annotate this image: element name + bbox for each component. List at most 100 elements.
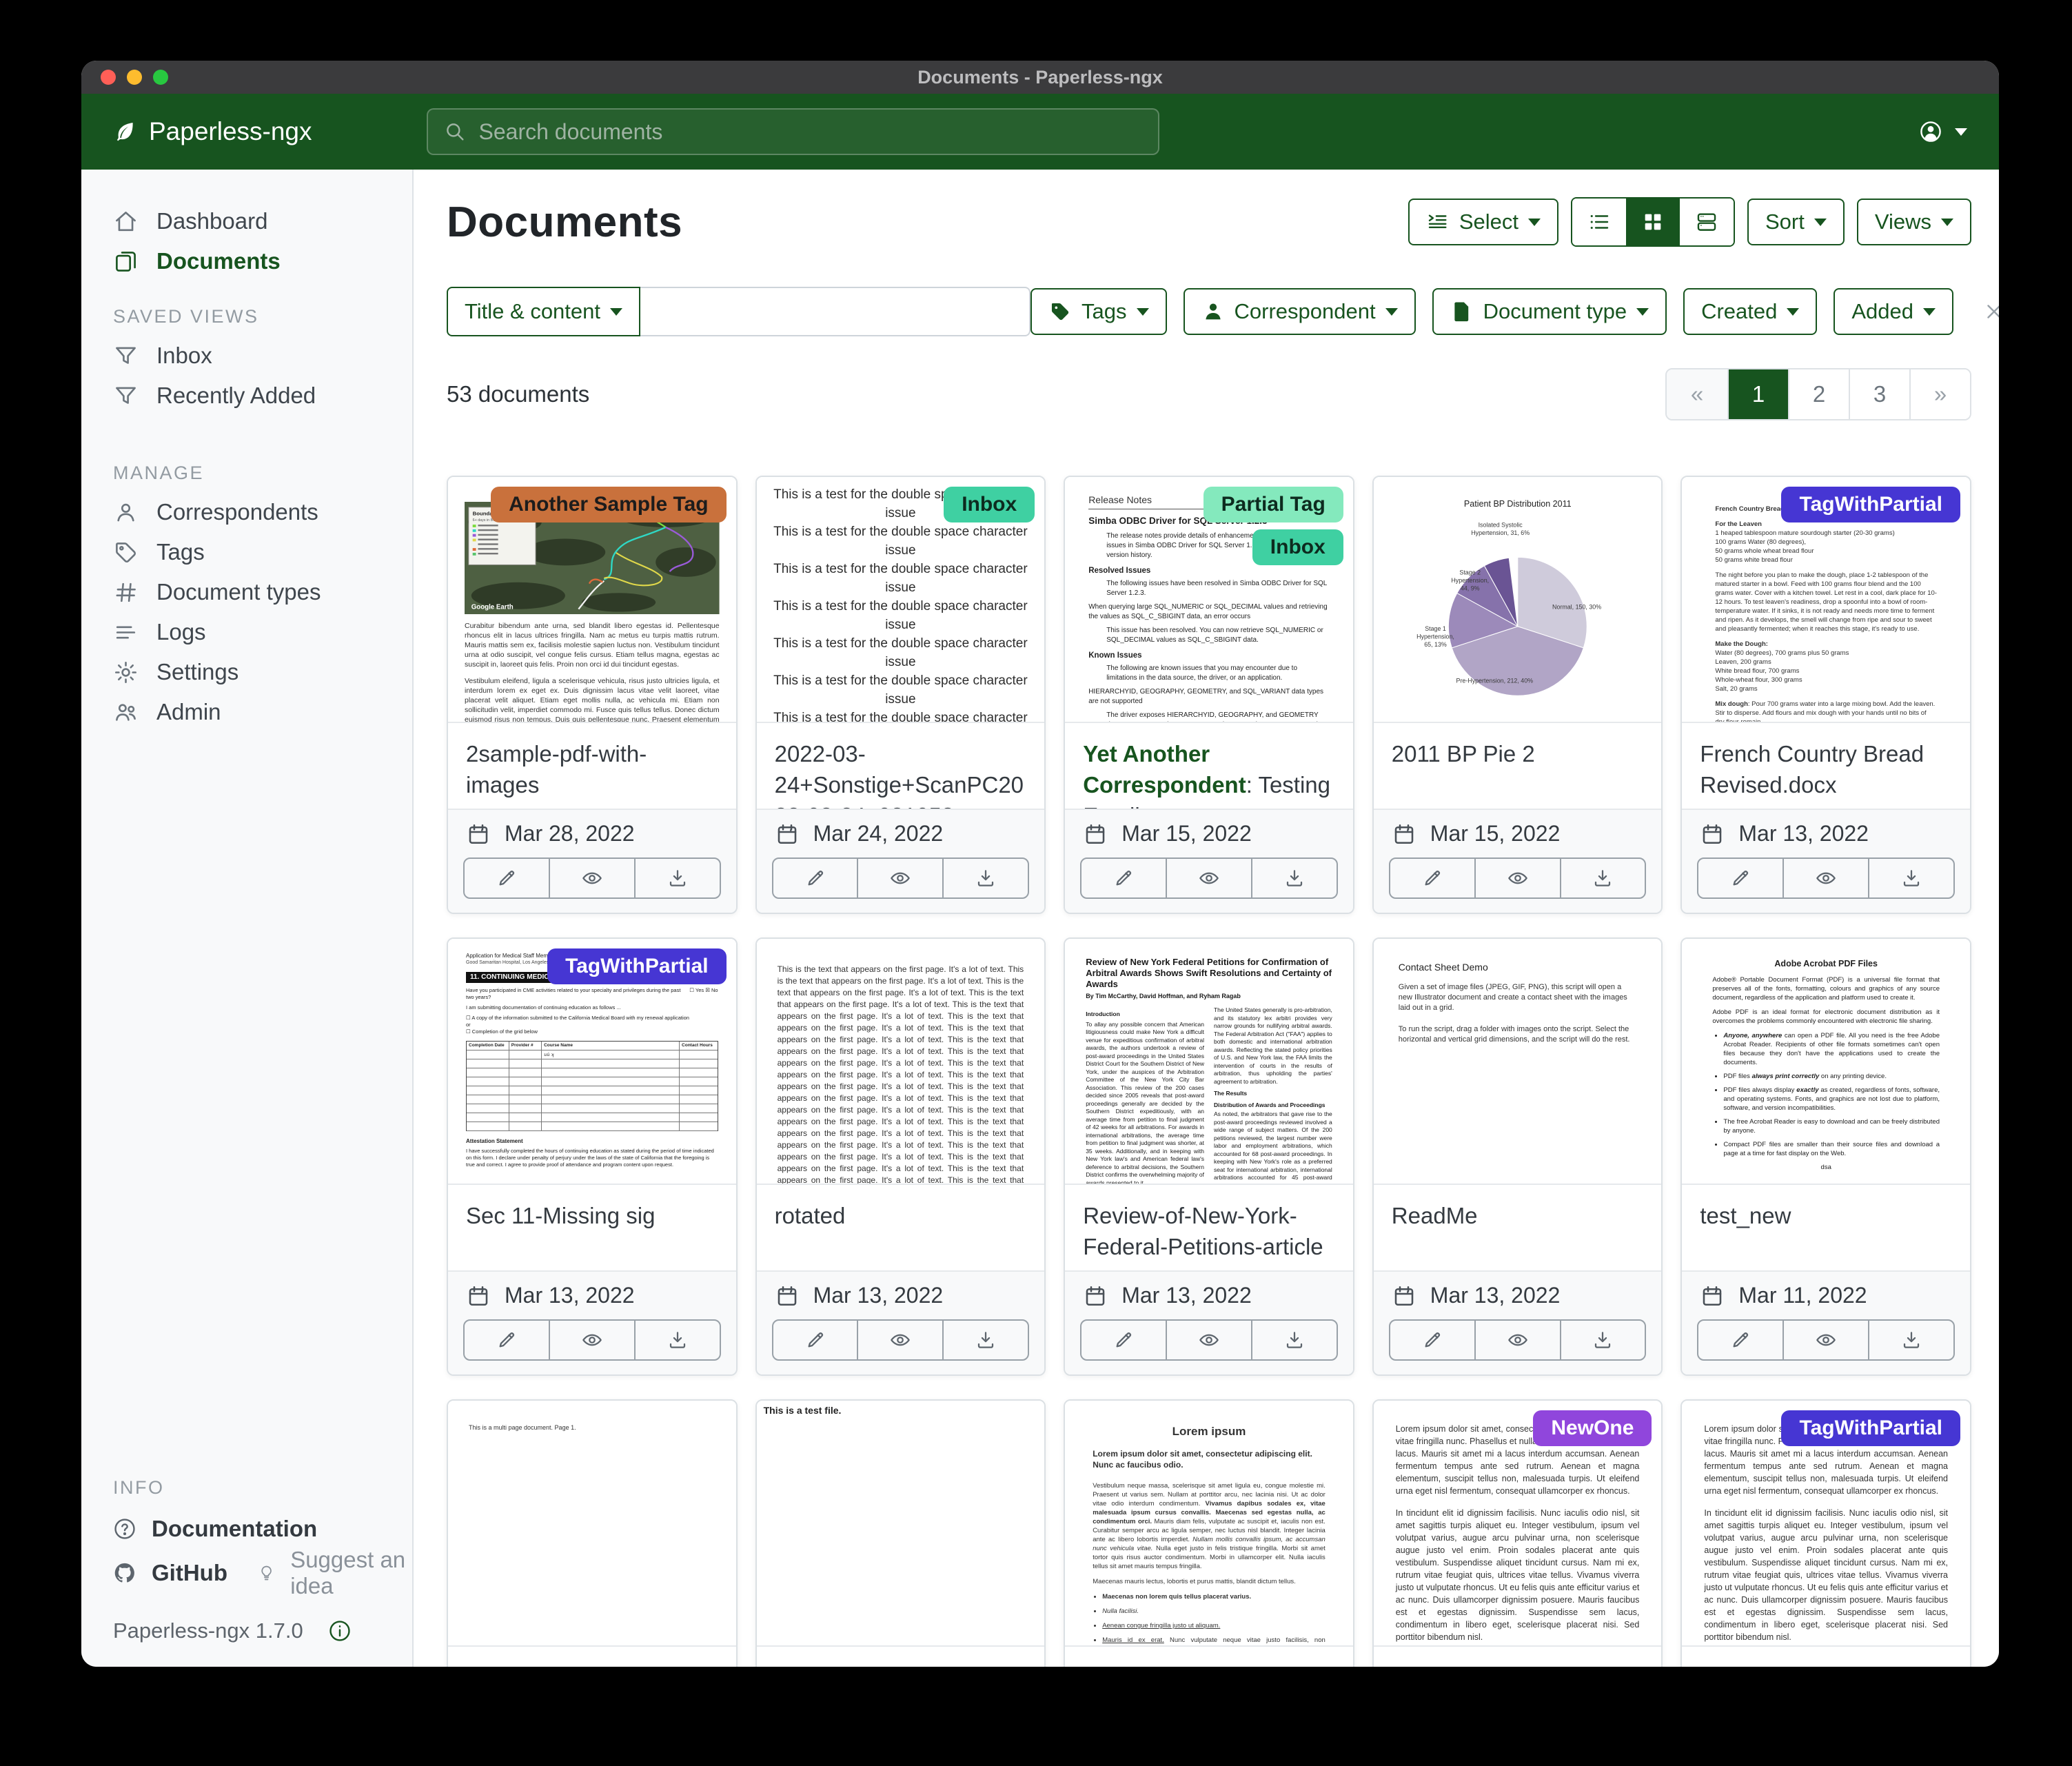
sidebar-item-settings[interactable]: Settings <box>81 652 412 692</box>
view-button[interactable] <box>857 1321 942 1359</box>
tag-pill[interactable]: Inbox <box>944 487 1035 522</box>
sidebar-item-document-types[interactable]: Document types <box>81 572 412 612</box>
document-card[interactable]: Lorem ipsumLorem ipsum dolor sit amet, c… <box>1064 1399 1354 1667</box>
view-button[interactable] <box>1166 859 1251 897</box>
edit-button[interactable] <box>1081 859 1166 897</box>
view-button[interactable] <box>1474 859 1560 897</box>
tag-pill[interactable]: Partial Tag <box>1203 487 1343 522</box>
card-correspondent[interactable]: Newest Correspondent <box>1392 1665 1555 1667</box>
pagination-page-1[interactable]: 1 <box>1727 369 1788 419</box>
info-icon[interactable] <box>328 1619 352 1643</box>
sidebar-item-logs[interactable]: Logs <box>81 612 412 652</box>
reset-filters-button[interactable]: Reset filters <box>1982 299 1999 324</box>
sidebar-item-recently-added[interactable]: Recently Added <box>81 376 412 416</box>
download-button[interactable] <box>1251 1321 1337 1359</box>
correspondent-filter-button[interactable]: Correspondent <box>1184 288 1416 335</box>
view-button[interactable] <box>1474 1321 1560 1359</box>
list-view-toggle[interactable] <box>1572 199 1626 245</box>
pagination-prev[interactable]: « <box>1667 369 1727 419</box>
view-button[interactable] <box>1782 859 1868 897</box>
edit-button[interactable] <box>1698 859 1782 897</box>
download-button[interactable] <box>634 859 720 897</box>
sidebar-item-documents[interactable]: Documents <box>81 241 412 281</box>
card-correspondent[interactable]: Yet Another Correspondent <box>1083 741 1246 798</box>
document-card[interactable]: Lorem ipsum dolor sit amet, consectetur … <box>1372 1399 1663 1667</box>
view-toggle-group <box>1571 197 1735 247</box>
download-button[interactable] <box>1868 859 1953 897</box>
edit-button[interactable] <box>1698 1321 1782 1359</box>
document-card[interactable]: This is a multi page document. Page 1.mu… <box>447 1399 738 1667</box>
sidebar-item-dashboard[interactable]: Dashboard <box>81 201 412 241</box>
download-button[interactable] <box>942 859 1028 897</box>
download-button[interactable] <box>1868 1321 1953 1359</box>
document-card[interactable]: Review of New York Federal Petitions for… <box>1064 937 1354 1376</box>
grid-view-toggle[interactable] <box>1626 199 1680 245</box>
search-input[interactable] <box>478 119 1143 145</box>
download-button[interactable] <box>1560 859 1645 897</box>
document-card[interactable]: Contact Sheet DemoGiven a set of image f… <box>1372 937 1663 1376</box>
zoom-window-button[interactable] <box>153 70 168 85</box>
tag-pill[interactable]: Inbox <box>1252 529 1343 565</box>
document-card[interactable]: Release NotesSimba ODBC Driver for SQL S… <box>1064 476 1354 914</box>
title-content-input[interactable] <box>640 287 1030 336</box>
sidebar-item-tags[interactable]: Tags <box>81 532 412 572</box>
view-button[interactable] <box>549 859 634 897</box>
download-button[interactable] <box>1251 859 1337 897</box>
download-button[interactable] <box>942 1321 1028 1359</box>
sidebar-item-documentation[interactable]: Documentation <box>81 1507 412 1551</box>
view-button[interactable] <box>857 859 942 897</box>
brand[interactable]: Paperless-ngx <box>113 117 312 146</box>
document-card[interactable]: Lorem ipsum dolor sit amet, consectetur … <box>1680 1399 1971 1667</box>
tag-pill[interactable]: NewOne <box>1533 1410 1652 1446</box>
tags-filter-button[interactable]: Tags <box>1030 288 1166 335</box>
view-button[interactable] <box>549 1321 634 1359</box>
app-header: Paperless-ngx <box>81 94 1999 170</box>
edit-button[interactable] <box>1390 859 1474 897</box>
edit-button[interactable] <box>465 1321 549 1359</box>
tag-pill[interactable]: TagWithPartial <box>547 948 727 984</box>
tag-pill[interactable]: TagWithPartial <box>1781 487 1960 522</box>
edit-button[interactable] <box>773 859 857 897</box>
sidebar-item-correspondents[interactable]: Correspondents <box>81 492 412 532</box>
card-date: Mar 13, 2022 <box>1065 1272 1353 1312</box>
document-card[interactable]: Adobe Acrobat PDF FilesAdobe® Portable D… <box>1680 937 1971 1376</box>
download-button[interactable] <box>634 1321 720 1359</box>
edit-button[interactable] <box>1081 1321 1166 1359</box>
download-button[interactable] <box>1560 1321 1645 1359</box>
close-window-button[interactable] <box>101 70 116 85</box>
document-card[interactable]: This is the text that appears on the fir… <box>755 937 1046 1376</box>
created-filter-button[interactable]: Created <box>1683 288 1817 335</box>
document-card[interactable]: French Country BreadFor the Leaven1 heap… <box>1680 476 1971 914</box>
edit-button[interactable] <box>465 859 549 897</box>
detail-view-toggle[interactable] <box>1680 199 1734 245</box>
tag-pill[interactable]: TagWithPartial <box>1781 1410 1960 1446</box>
brand-name: Paperless-ngx <box>149 117 312 146</box>
sidebar-item-suggest-idea[interactable]: Suggest an idea <box>227 1551 412 1595</box>
views-button[interactable]: Views <box>1857 199 1971 245</box>
view-button[interactable] <box>1166 1321 1251 1359</box>
pagination-next[interactable]: » <box>1909 369 1970 419</box>
document-thumbnail: Adobe Acrobat PDF FilesAdobe® Portable D… <box>1682 939 1970 1184</box>
filter-field-button[interactable]: Title & content <box>447 287 640 336</box>
sidebar-item-github[interactable]: GitHub <box>81 1551 227 1595</box>
minimize-window-button[interactable] <box>127 70 142 85</box>
tag-pill[interactable]: Another Sample Tag <box>491 487 726 522</box>
edit-button[interactable] <box>1390 1321 1474 1359</box>
sort-button[interactable]: Sort <box>1747 199 1845 245</box>
sidebar-item-admin[interactable]: Admin <box>81 692 412 732</box>
document-card[interactable]: Patient BP Distribution 2011Normal, 150,… <box>1372 476 1663 914</box>
added-filter-button[interactable]: Added <box>1834 288 1953 335</box>
user-menu[interactable] <box>1919 120 1967 143</box>
document-card[interactable]: Boundary Waters Trip6+ days in BWCAGoogl… <box>447 476 738 914</box>
pagination-page-3[interactable]: 3 <box>1849 369 1909 419</box>
view-button[interactable] <box>1782 1321 1868 1359</box>
select-button[interactable]: Select <box>1408 199 1558 245</box>
document-card[interactable]: Application for Medical Staff Membership… <box>447 937 738 1376</box>
sidebar-item-inbox[interactable]: Inbox <box>81 336 412 376</box>
sidebar-item-label: Logs <box>156 619 206 645</box>
edit-button[interactable] <box>773 1321 857 1359</box>
document-card[interactable]: This is a test file.simple txt file <box>755 1399 1046 1667</box>
document-card[interactable]: This is a test for the double space char… <box>755 476 1046 914</box>
document-type-filter-button[interactable]: Document type <box>1432 288 1667 335</box>
pagination-page-2[interactable]: 2 <box>1788 369 1849 419</box>
